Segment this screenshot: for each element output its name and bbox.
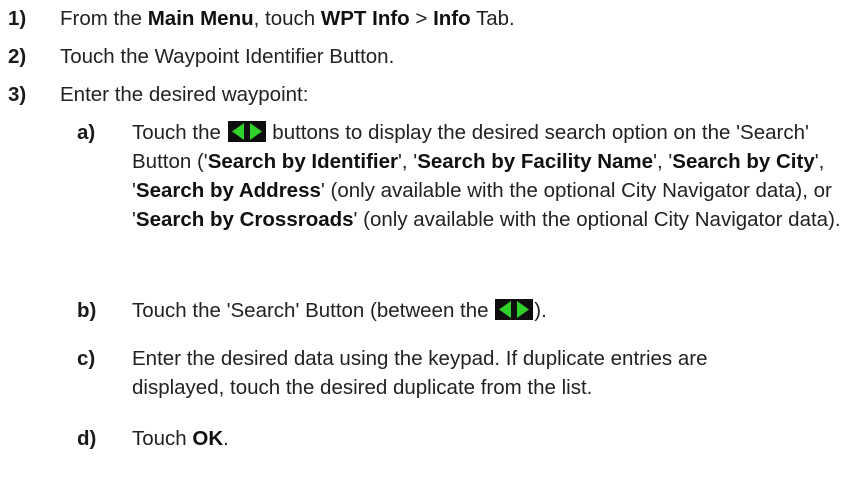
search-option: Search by Facility Name	[417, 150, 654, 173]
tab-name: Info	[433, 7, 471, 30]
search-option: Search by Identifier	[207, 150, 398, 173]
step-number: 3)	[8, 83, 27, 106]
substep-letter: c)	[77, 347, 96, 370]
button-name: WPT Info	[320, 7, 410, 30]
substep-text: Touch the buttons to display the desired…	[132, 121, 841, 231]
step-text: Touch the Waypoint Identifier Button.	[60, 45, 395, 68]
substep-text: Touch OK.	[132, 427, 229, 450]
search-option: Search by Address	[135, 179, 321, 202]
left-right-arrow-buttons-icon	[495, 299, 534, 320]
step-number: 2)	[8, 45, 27, 68]
substep-letter: d)	[77, 427, 97, 450]
search-option: Search by Crossroads	[135, 208, 354, 231]
substep-letter: a)	[77, 121, 96, 144]
procedure-page: 1) From the Main Menu, touch WPT Info > …	[0, 0, 858, 481]
menu-name: Main Menu	[147, 7, 254, 30]
substep-text: Enter the desired data using the keypad.…	[132, 347, 708, 399]
step-text: Enter the desired waypoint:	[60, 83, 309, 106]
left-right-arrow-buttons-icon	[227, 121, 266, 142]
step-number: 1)	[8, 7, 27, 30]
substep-text: Touch the 'Search' Button (between the )…	[132, 299, 547, 322]
substep-letter: b)	[77, 299, 97, 322]
step-text: From the Main Menu, touch WPT Info > Inf…	[60, 7, 515, 30]
search-option: Search by City	[672, 150, 815, 173]
button-name: OK	[192, 427, 224, 450]
